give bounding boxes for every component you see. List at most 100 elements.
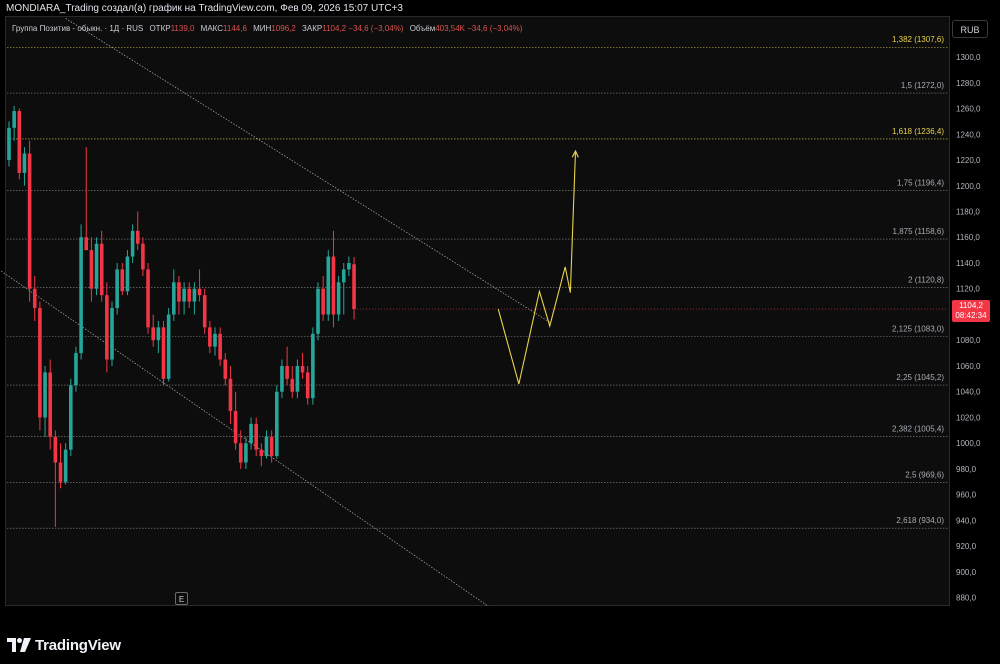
candle-body: [27, 153, 32, 289]
channel-trendline: [0, 269, 561, 656]
price-chart[interactable]: 1,382 (1307,6) 1,5 (1272,0) 1,618 (1236,4)…: [0, 0, 1000, 664]
volume-value: 403,54K −34,6 (−3,04%): [435, 24, 523, 33]
y-axis-tick-label: 1300,0: [956, 53, 981, 62]
fib-level-label: 2,25 (1045,2): [896, 373, 944, 382]
y-axis-tick-label: 1120,0: [956, 285, 980, 294]
candle-body: [177, 282, 181, 302]
y-axis-tick-label: 960,0: [956, 491, 977, 500]
candle-body: [259, 449, 264, 457]
fib-level-label: 2 (1120,8): [908, 276, 944, 285]
candle-body: [223, 359, 228, 379]
candle-body: [311, 333, 315, 399]
tradingview-logo-icon: [7, 638, 31, 652]
events-button[interactable]: E: [175, 592, 188, 605]
candle-body: [166, 314, 171, 379]
candle-body: [151, 327, 155, 341]
candle-body: [300, 365, 305, 373]
candle-body: [125, 256, 130, 292]
candle-body: [115, 269, 119, 309]
footer: [0, 606, 1000, 664]
y-axis-tick-label: 1280,0: [956, 79, 981, 88]
candle-body: [249, 423, 253, 444]
fib-level-label: 2,382 (1005,4): [892, 424, 944, 433]
symbol-name[interactable]: Группа Позитив - обыкн. · 1Д · RUS: [12, 24, 143, 33]
candle-body: [182, 288, 186, 302]
y-axis-tick-label: 1040,0: [956, 388, 981, 397]
chart-screenshot: { "header": { "title": "MONDIARA_Trading…: [0, 0, 1000, 664]
channel-trendline: [65, 18, 550, 323]
candle-body: [69, 385, 73, 450]
candle-body: [43, 372, 47, 418]
candle-body: [295, 365, 300, 392]
last-price-value: 1104,2: [959, 301, 983, 310]
candle-body: [156, 327, 161, 341]
fib-level-label: 1,618 (1236,4): [892, 127, 944, 136]
bar-countdown: 08:42:34: [955, 311, 987, 320]
fib-level-label: 2,618 (934,0): [896, 516, 944, 525]
y-axis-tick-label: 940,0: [956, 516, 977, 525]
candle-body: [22, 153, 27, 173]
candle-body: [285, 365, 289, 379]
y-axis-tick-label: 1240,0: [956, 130, 981, 139]
candle-body: [172, 282, 176, 315]
candle-body: [202, 295, 207, 328]
candle-body: [141, 243, 145, 270]
close-value: 1104,2 −34,6 (−3,04%): [322, 24, 404, 33]
fib-level-label: 1,875 (1158,6): [893, 227, 945, 236]
tradingview-logo-text: TradingView: [35, 636, 121, 654]
candle-body: [12, 111, 16, 128]
y-axis-tick-label: 1260,0: [956, 105, 981, 114]
candle-body: [84, 237, 89, 251]
tradingview-logo[interactable]: TradingView: [7, 636, 121, 654]
y-axis-tick-label: 1140,0: [956, 259, 980, 268]
fib-level-label: 1,382 (1307,6): [892, 35, 944, 44]
y-axis-tick-label: 920,0: [956, 542, 977, 551]
candle-body: [254, 423, 258, 450]
candle-body: [341, 269, 346, 283]
candle-body: [53, 436, 58, 463]
candle-body: [187, 288, 192, 302]
candle-body: [347, 262, 351, 270]
y-axis-tick-label: 1220,0: [956, 156, 981, 165]
candle-body: [290, 378, 295, 392]
candle-body: [38, 308, 42, 418]
candle-body: [99, 243, 104, 296]
currency-button[interactable]: RUB: [952, 20, 988, 38]
candle-body: [105, 295, 109, 360]
fib-level-label: 1,5 (1272,0): [901, 81, 944, 90]
candle-body: [218, 333, 222, 360]
ohlc-legend: Группа Позитив - обыкн. · 1Д · RUS ОТКР1…: [12, 24, 522, 33]
candle-body: [275, 391, 279, 457]
y-axis-tick-label: 1200,0: [956, 182, 981, 191]
candle-body: [74, 353, 78, 386]
y-axis-tick-label: 1080,0: [956, 336, 981, 345]
y-axis-tick-label: 1000,0: [956, 439, 981, 448]
candle-body: [331, 256, 336, 315]
candle-body: [130, 230, 135, 257]
candle-body: [269, 436, 274, 457]
candle-body: [146, 269, 150, 328]
candle-body: [305, 372, 310, 399]
candle-body: [238, 443, 243, 463]
candle-body: [213, 333, 217, 347]
last-price-tag: 1104,2 08:42:34: [952, 300, 990, 322]
low-value: 1096,2: [271, 24, 296, 33]
y-axis-tick-label: 1020,0: [956, 413, 981, 422]
candle-body: [63, 449, 68, 482]
volume-label: Объём: [409, 24, 436, 33]
y-axis-tick-label: 900,0: [956, 568, 977, 577]
candle-body: [135, 230, 140, 244]
low-label: МИН: [253, 24, 272, 33]
candle-body: [79, 237, 83, 354]
high-value: 1144,6: [223, 24, 247, 33]
y-axis-tick-label: 1160,0: [956, 233, 980, 242]
candle-body: [228, 378, 233, 412]
forecast-path: [497, 150, 577, 385]
candle-body: [32, 288, 37, 309]
candle-body: [17, 111, 22, 173]
y-axis-tick-label: 980,0: [956, 465, 977, 474]
candle-body: [94, 243, 99, 289]
fib-level-label: 2,125 (1083,0): [892, 324, 944, 333]
candle-body: [264, 436, 269, 457]
y-axis-tick-label: 880,0: [956, 594, 977, 603]
